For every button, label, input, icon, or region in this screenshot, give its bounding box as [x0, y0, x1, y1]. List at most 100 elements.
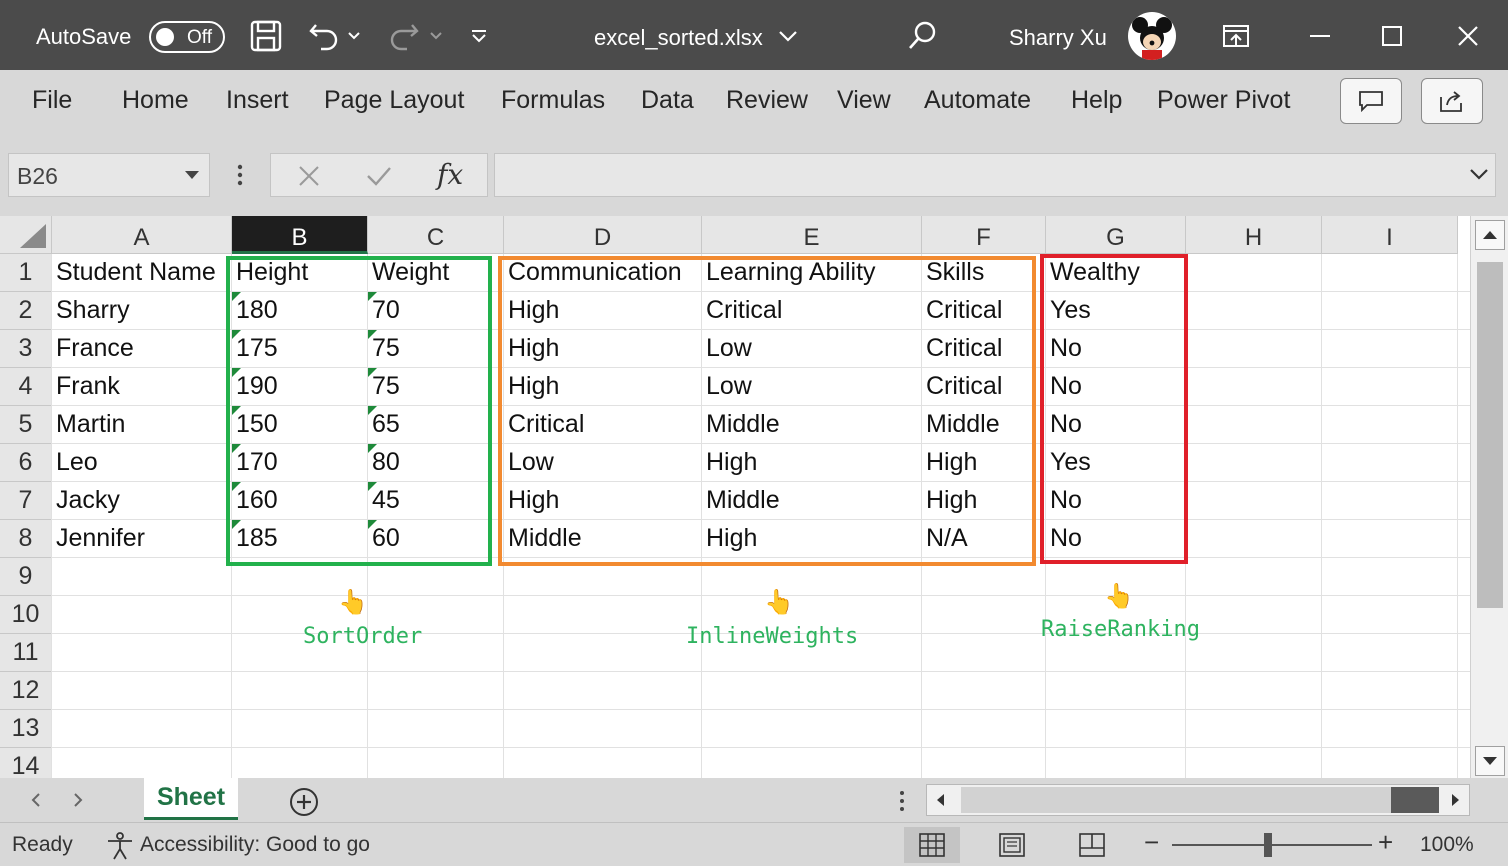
zoom-in-button[interactable]: +	[1378, 827, 1393, 858]
scroll-up-button[interactable]	[1475, 220, 1505, 250]
scroll-down-button[interactable]	[1475, 746, 1505, 776]
row-header-2[interactable]: 2	[0, 292, 52, 330]
expand-formula-bar-icon[interactable]	[1469, 167, 1489, 181]
tab-page-layout[interactable]: Page Layout	[324, 86, 464, 115]
select-all-button[interactable]	[0, 216, 52, 254]
column-header-b[interactable]: B	[232, 216, 368, 254]
horizontal-scroll-thumb[interactable]	[961, 787, 1391, 813]
zoom-out-button[interactable]: −	[1144, 827, 1159, 858]
tab-automate[interactable]: Automate	[924, 86, 1031, 115]
close-icon[interactable]	[1450, 18, 1486, 54]
cell-a3[interactable]: France	[52, 330, 232, 368]
row-header-12[interactable]: 12	[0, 672, 52, 710]
tab-help[interactable]: Help	[1071, 86, 1122, 115]
cell-a5[interactable]: Martin	[52, 406, 232, 444]
vertical-scroll-thumb[interactable]	[1477, 262, 1503, 608]
cell-a1[interactable]: Student Name	[52, 254, 232, 292]
filename-chevron-icon[interactable]	[774, 18, 802, 54]
undo-dropdown-icon[interactable]	[344, 18, 364, 54]
column-header-c[interactable]: C	[368, 216, 504, 254]
row-header-11[interactable]: 11	[0, 634, 52, 672]
cancel-icon[interactable]	[297, 164, 321, 188]
name-box[interactable]: B26	[8, 153, 210, 197]
normal-view-button[interactable]	[904, 827, 960, 863]
redo-icon[interactable]	[386, 18, 422, 54]
accessibility-icon[interactable]	[104, 831, 136, 861]
tab-power-pivot[interactable]: Power Pivot	[1157, 86, 1290, 115]
sheet-tab[interactable]: Sheet	[144, 778, 238, 820]
undo-icon[interactable]	[306, 18, 342, 54]
row-header-10[interactable]: 10	[0, 596, 52, 634]
column-header-a[interactable]: A	[52, 216, 232, 254]
scroll-right-icon[interactable]	[1445, 790, 1465, 810]
page-layout-icon	[999, 833, 1025, 857]
cell-a8[interactable]: Jennifer	[52, 520, 232, 558]
prev-sheet-icon[interactable]	[28, 791, 44, 809]
row-header-8[interactable]: 8	[0, 520, 52, 558]
cell-a6[interactable]: Leo	[52, 444, 232, 482]
zoom-level[interactable]: 100%	[1420, 833, 1474, 857]
worksheet-grid[interactable]: A B C D E F G H I 1 2 3 4 5 6 7 8 9 10 1…	[0, 216, 1470, 778]
column-header-d[interactable]: D	[504, 216, 702, 254]
grid-hline	[52, 747, 1470, 748]
file-name[interactable]: excel_sorted.xlsx	[594, 25, 763, 51]
row-header-7[interactable]: 7	[0, 482, 52, 520]
tab-data[interactable]: Data	[641, 86, 694, 115]
page-layout-view-button[interactable]	[984, 827, 1040, 863]
insert-function-button[interactable]: fx	[437, 158, 463, 191]
cell-a7[interactable]: Jacky	[52, 482, 232, 520]
maximize-icon[interactable]	[1374, 18, 1410, 54]
status-ready: Ready	[12, 833, 73, 856]
scroll-left-icon[interactable]	[931, 790, 951, 810]
tab-home[interactable]: Home	[122, 86, 189, 115]
redo-dropdown-icon[interactable]	[424, 18, 448, 54]
share-button[interactable]	[1421, 78, 1483, 124]
row-header-5[interactable]: 5	[0, 406, 52, 444]
pointer-hand-icon: 👆	[1104, 583, 1134, 610]
tab-review[interactable]: Review	[726, 86, 808, 115]
row-header-14[interactable]: 14	[0, 748, 52, 778]
cell-a2[interactable]: Sharry	[52, 292, 232, 330]
row-header-3[interactable]: 3	[0, 330, 52, 368]
horizontal-scrollbar[interactable]	[926, 784, 1470, 816]
column-header-f[interactable]: F	[922, 216, 1046, 254]
autosave-toggle[interactable]: Off	[149, 21, 225, 53]
column-header-g[interactable]: G	[1046, 216, 1186, 254]
formula-input[interactable]	[494, 153, 1496, 197]
more-options-icon[interactable]	[232, 162, 248, 190]
ribbon-display-icon[interactable]	[1218, 18, 1254, 54]
cell-a4[interactable]: Frank	[52, 368, 232, 406]
highlight-box-orange	[498, 256, 1036, 566]
tab-formulas[interactable]: Formulas	[501, 86, 605, 115]
search-icon[interactable]	[904, 18, 940, 54]
row-header-4[interactable]: 4	[0, 368, 52, 406]
enter-icon[interactable]	[365, 164, 393, 188]
grid-hline	[52, 709, 1470, 710]
column-header-h[interactable]: H	[1186, 216, 1322, 254]
row-header-6[interactable]: 6	[0, 444, 52, 482]
zoom-slider-thumb[interactable]	[1264, 833, 1272, 857]
next-sheet-icon[interactable]	[70, 791, 86, 809]
minimize-icon[interactable]	[1302, 18, 1338, 54]
column-header-i[interactable]: I	[1322, 216, 1458, 254]
page-break-icon	[1079, 833, 1105, 857]
customize-toolbar-icon[interactable]	[464, 18, 494, 54]
vertical-scrollbar[interactable]	[1470, 216, 1508, 778]
tab-insert[interactable]: Insert	[226, 86, 289, 115]
row-header-13[interactable]: 13	[0, 710, 52, 748]
tab-view[interactable]: View	[837, 86, 891, 115]
save-icon[interactable]	[248, 18, 284, 54]
zoom-slider-track[interactable]	[1172, 844, 1372, 846]
comments-button[interactable]	[1340, 78, 1402, 124]
row-header-1[interactable]: 1	[0, 254, 52, 292]
avatar[interactable]	[1128, 12, 1176, 60]
new-sheet-icon[interactable]	[288, 786, 320, 818]
user-name: Sharry Xu	[1009, 25, 1107, 50]
column-header-e[interactable]: E	[702, 216, 922, 254]
accessibility-status[interactable]: Accessibility: Good to go	[140, 833, 370, 857]
page-break-view-button[interactable]	[1064, 827, 1120, 863]
row-header-9[interactable]: 9	[0, 558, 52, 596]
tab-file[interactable]: File	[32, 86, 72, 115]
name-box-dropdown-icon[interactable]	[185, 171, 199, 179]
tab-split-handle-icon[interactable]	[894, 788, 910, 814]
